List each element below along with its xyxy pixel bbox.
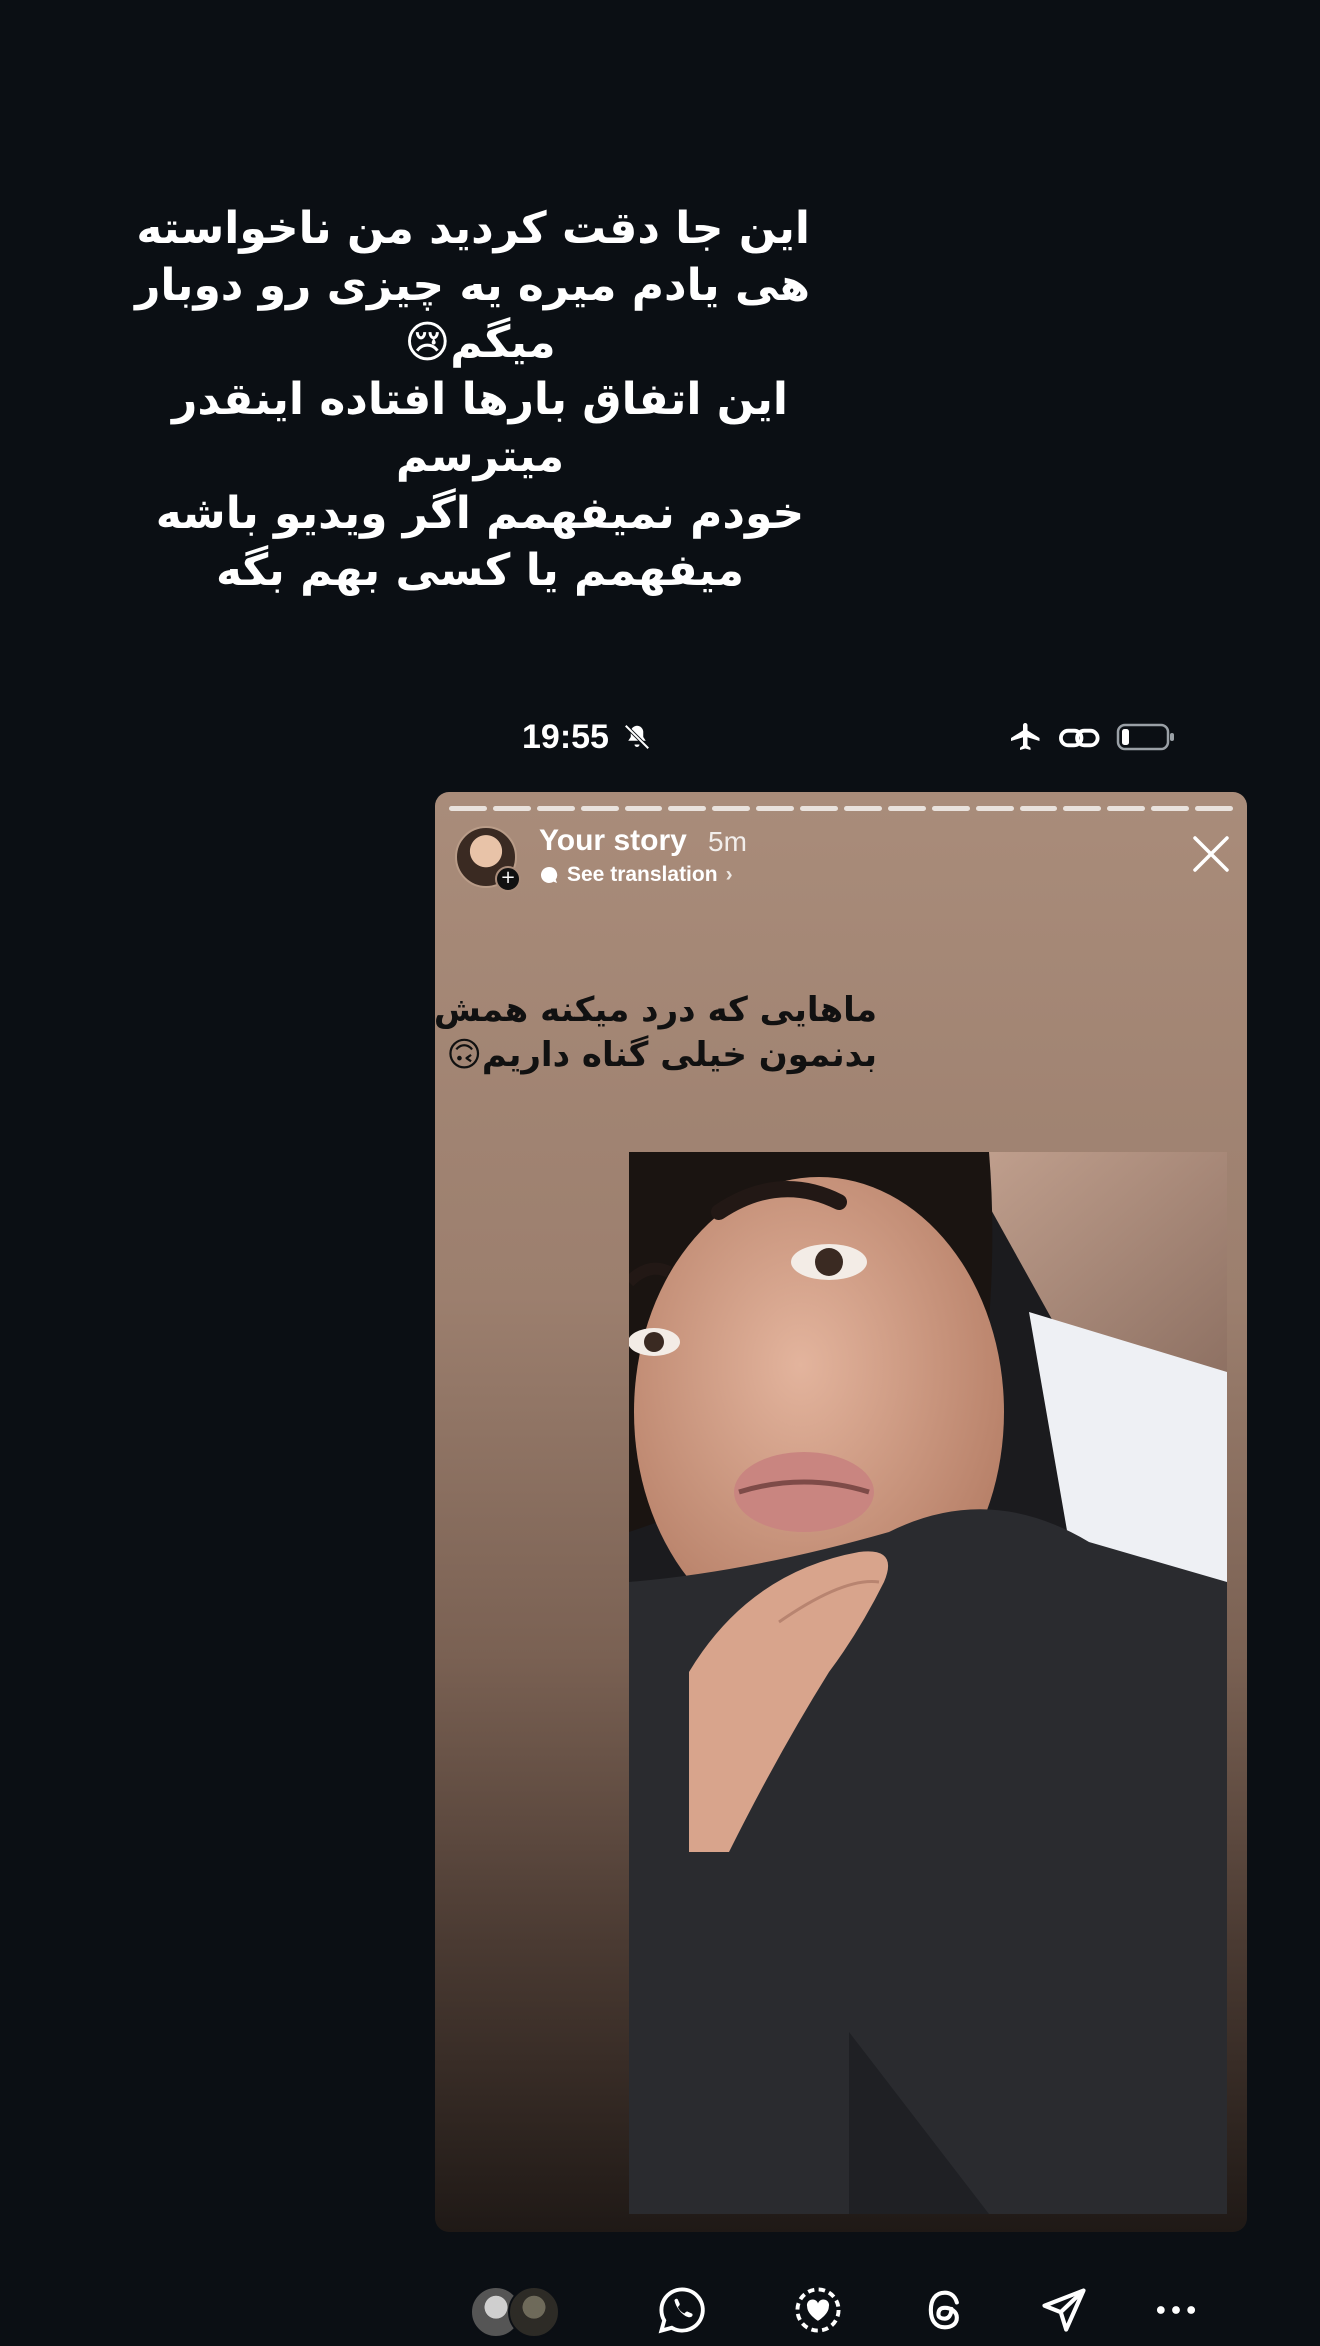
add-story-icon[interactable]: +	[495, 866, 521, 892]
airplane-icon	[1011, 723, 1040, 750]
progress-segment	[887, 806, 926, 811]
progress-segment	[712, 806, 751, 811]
progress-segment	[975, 806, 1014, 811]
close-icon[interactable]	[1189, 832, 1233, 876]
see-translation-link[interactable]: See translation ›	[539, 863, 733, 887]
story-progress-bar	[449, 806, 1234, 811]
progress-segment	[449, 806, 487, 811]
story-text-line: ماهایی که درد میکنه همش	[435, 990, 877, 1030]
caption-line: میگم😢	[404, 317, 556, 368]
progress-segment	[1151, 806, 1190, 811]
story-bottom-bar	[0, 2280, 1320, 2346]
avatar[interactable]: +	[455, 826, 521, 892]
progress-segment	[1019, 806, 1058, 811]
threads-icon[interactable]	[920, 2284, 972, 2336]
progress-segment	[492, 806, 531, 811]
story-text-line: بدنمون خیلی گناه داریم🙃	[446, 1035, 877, 1075]
viewers-avatars[interactable]	[470, 2286, 562, 2338]
progress-segment	[668, 806, 707, 811]
caption-line: این جا دقت کردید من ناخواسته	[136, 203, 810, 254]
progress-segment	[536, 806, 575, 811]
progress-segment	[1107, 806, 1146, 811]
status-time: 19:55	[522, 718, 609, 756]
progress-segment	[844, 806, 882, 811]
send-icon[interactable]	[1038, 2284, 1090, 2336]
chevron-right-icon: ›	[725, 863, 733, 886]
highlight-heart-icon[interactable]	[792, 2284, 844, 2336]
caption-line: هی یادم میره یه چیزی رو دوبار	[135, 260, 810, 311]
more-icon[interactable]	[1150, 2284, 1202, 2336]
story-owner[interactable]: Your story	[539, 824, 687, 858]
viewer-avatar	[508, 2286, 560, 2338]
see-translation-label: See translation	[567, 863, 718, 886]
status-bar: 19:55	[0, 712, 1320, 762]
chat-bubble-icon	[540, 866, 558, 883]
progress-segment	[580, 806, 619, 811]
caption-line: خودم نمیفهمم اگر ویدیو باشه	[155, 488, 805, 539]
story-text-overlay: ماهایی که درد میکنه همش بدنمون خیلی گناه…	[435, 988, 877, 1078]
caption-line: میترسم	[395, 431, 565, 482]
progress-segment	[756, 806, 795, 811]
progress-segment	[1195, 806, 1234, 811]
woman-portrait-image	[629, 1152, 1227, 2214]
post-caption: این جا دقت کردید من ناخواسته هی یادم میر…	[135, 200, 810, 599]
caption-line: میفهمم یا کسی بهم بگه	[216, 545, 744, 596]
story-viewer[interactable]: + Your story 5m See translation › ماهایی…	[435, 792, 1247, 2232]
story-video-frame	[629, 1152, 1227, 2214]
progress-segment	[931, 806, 970, 811]
whatsapp-icon[interactable]	[656, 2284, 708, 2336]
progress-segment	[800, 806, 839, 811]
story-age: 5m	[708, 826, 747, 857]
progress-segment	[624, 806, 663, 811]
caption-line: این اتفاق بارها افتاده اینقدر	[172, 374, 788, 425]
battery-icon	[1116, 723, 1174, 751]
bell-slash-icon	[624, 724, 650, 750]
link-icon	[1059, 728, 1100, 748]
progress-segment	[1063, 806, 1102, 811]
